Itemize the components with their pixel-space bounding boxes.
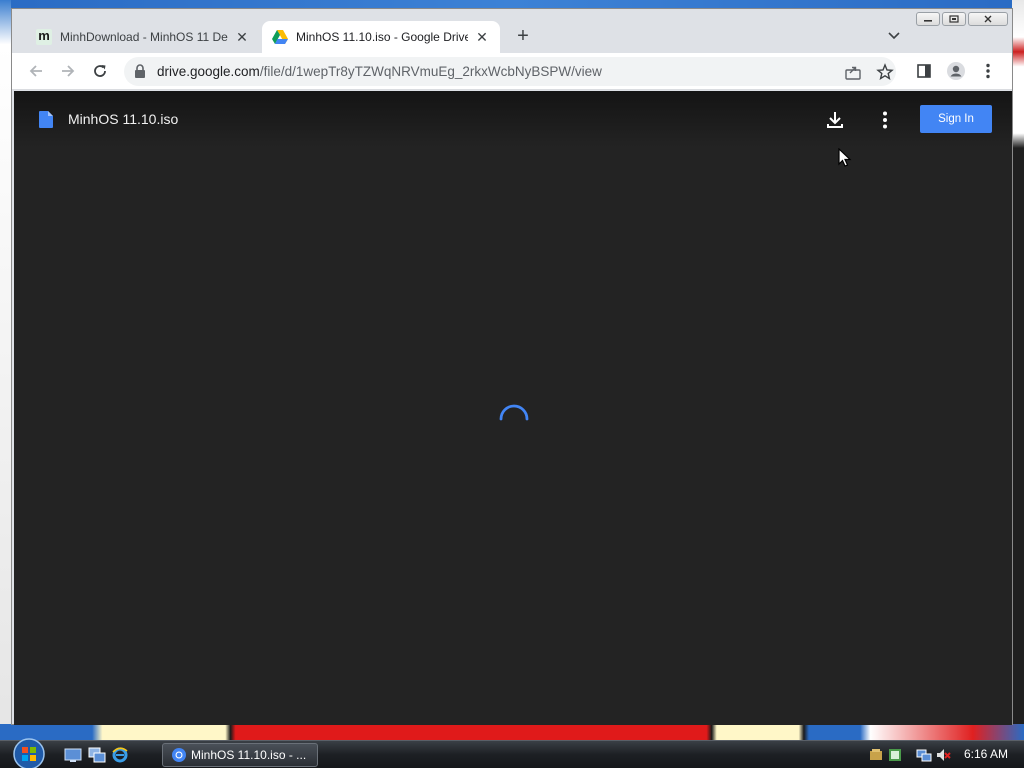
tab-title: MinhOS 11.10.iso - Google Drive bbox=[296, 30, 468, 44]
tab-title: MinhDownload - MinhOS 11 Dev bbox=[60, 30, 228, 44]
window-close-button[interactable] bbox=[968, 12, 1008, 26]
tab-strip: m MinhDownload - MinhOS 11 Dev ✕ MinhOS … bbox=[12, 9, 1012, 53]
restore-button[interactable] bbox=[942, 12, 966, 26]
clock[interactable]: 6:16 AM bbox=[964, 747, 1008, 761]
tab-minhdownload[interactable]: m MinhDownload - MinhOS 11 Dev ✕ bbox=[26, 21, 260, 53]
taskbar-window-label: MinhOS 11.10.iso - ... bbox=[191, 748, 307, 762]
start-button[interactable] bbox=[10, 737, 48, 768]
minimize-button[interactable] bbox=[916, 12, 940, 26]
viewer-header: MinhOS 11.10.iso Sign In bbox=[14, 91, 1012, 147]
address-bar[interactable]: drive.google.com/file/d/1wepTr8yTZWqNRVm… bbox=[124, 57, 896, 86]
switch-windows-icon[interactable] bbox=[88, 747, 106, 763]
minhdownload-favicon-icon: m bbox=[36, 29, 52, 45]
reload-icon[interactable] bbox=[90, 61, 110, 81]
window-controls bbox=[916, 12, 1008, 26]
mouse-cursor-icon bbox=[838, 147, 852, 168]
taskbar: MinhOS 11.10.iso - ... 6:16 AM bbox=[0, 737, 1024, 768]
desktop-background-left bbox=[0, 0, 11, 740]
network-icon[interactable] bbox=[916, 747, 932, 763]
tab-search-chevron-down-icon[interactable] bbox=[886, 27, 902, 43]
tab-close-icon[interactable]: ✕ bbox=[474, 29, 490, 45]
browser-menu-icon[interactable] bbox=[978, 61, 998, 81]
new-tab-button[interactable]: + bbox=[512, 26, 534, 48]
side-panel-icon[interactable] bbox=[914, 61, 934, 81]
download-icon[interactable] bbox=[824, 109, 846, 131]
show-desktop-icon[interactable] bbox=[64, 747, 82, 763]
tray-device-icon[interactable] bbox=[887, 747, 903, 763]
more-options-icon[interactable] bbox=[874, 109, 896, 131]
file-name: MinhOS 11.10.iso bbox=[68, 111, 179, 127]
internet-explorer-icon[interactable] bbox=[111, 747, 129, 763]
chrome-icon bbox=[171, 747, 187, 763]
back-arrow-icon[interactable] bbox=[26, 61, 46, 81]
browser-window: m MinhDownload - MinhOS 11 Dev ✕ MinhOS … bbox=[11, 8, 1013, 725]
google-drive-favicon-icon bbox=[272, 29, 288, 45]
bookmark-star-icon[interactable] bbox=[876, 63, 894, 81]
sign-in-button[interactable]: Sign In bbox=[920, 105, 992, 133]
tab-close-icon[interactable]: ✕ bbox=[234, 29, 250, 45]
desktop-background-bottom bbox=[0, 724, 1024, 740]
tab-google-drive[interactable]: MinhOS 11.10.iso - Google Drive ✕ bbox=[262, 21, 500, 53]
url-path: /file/d/1wepTr8yTZWqNRVmuEg_2rkxWcbNyBSP… bbox=[259, 64, 602, 79]
desktop-background-right bbox=[1012, 0, 1024, 740]
share-icon[interactable] bbox=[844, 63, 862, 81]
lock-icon[interactable] bbox=[134, 64, 148, 78]
tray-notification-icon[interactable] bbox=[868, 747, 884, 763]
loading-spinner-icon bbox=[497, 399, 531, 433]
forward-arrow-icon[interactable] bbox=[58, 61, 78, 81]
browser-toolbar: drive.google.com/file/d/1wepTr8yTZWqNRVm… bbox=[12, 53, 1012, 90]
taskbar-window-chrome[interactable]: MinhOS 11.10.iso - ... bbox=[162, 743, 318, 767]
url-text: drive.google.com/file/d/1wepTr8yTZWqNRVm… bbox=[157, 64, 602, 79]
drive-file-viewer: MinhOS 11.10.iso Sign In bbox=[14, 91, 1012, 725]
url-host: drive.google.com bbox=[157, 64, 260, 79]
profile-avatar-icon[interactable] bbox=[946, 61, 966, 81]
volume-muted-icon[interactable] bbox=[935, 747, 951, 763]
file-document-icon bbox=[39, 111, 53, 128]
